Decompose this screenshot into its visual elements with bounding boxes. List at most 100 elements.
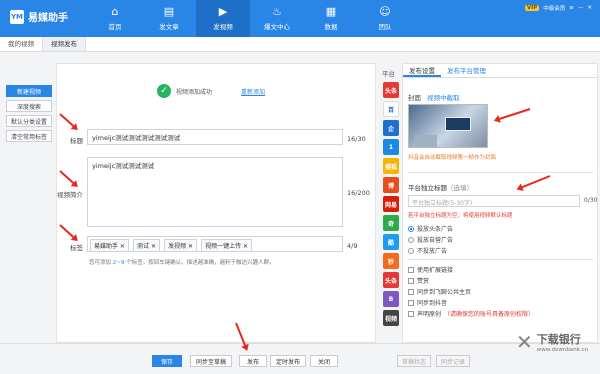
watermark: ✕ 下载银行 www.downbank.cn bbox=[516, 330, 588, 354]
title-count: 16/30 bbox=[347, 135, 366, 143]
check-option[interactable]: 赞赏 bbox=[408, 276, 429, 285]
check-option[interactable]: 声明原创 （请确保您的账号具备原创权限） bbox=[408, 309, 534, 318]
new-video-button[interactable]: 新建视频 bbox=[6, 85, 52, 97]
menu-icon[interactable]: ≡ bbox=[569, 5, 574, 11]
tab-my-videos[interactable]: 我的视频 bbox=[0, 37, 42, 51]
re-add-link[interactable]: 重新添加 bbox=[241, 87, 265, 96]
capture-frame-link[interactable]: 视频中截取 bbox=[427, 94, 460, 102]
platform-icon[interactable]: 头条 bbox=[383, 272, 399, 288]
draft-status-button[interactable]: 草稿状态 bbox=[397, 355, 431, 367]
user-info[interactable]: VIP 中级会员 ≡ — ✕ bbox=[524, 4, 592, 12]
cover-row: 封面 视频中截取 bbox=[408, 92, 460, 102]
tab-publish-settings[interactable]: 发布设置 bbox=[403, 64, 441, 77]
minimize-icon[interactable]: — bbox=[578, 5, 584, 11]
save-button[interactable]: 保存 bbox=[152, 355, 182, 367]
title-input[interactable]: yimeijc测试测试测试测试测试 bbox=[87, 129, 343, 145]
title-section: 平台独立标题（选填） bbox=[408, 182, 473, 192]
ad-option[interactable]: 投放头条广告 bbox=[408, 224, 453, 233]
thumb-stage bbox=[415, 135, 437, 147]
publish-settings: 发布设置 发布平台管理 封面 视频中截取 抖音会自动截取视频第一帧作为封面 平台… bbox=[402, 63, 598, 343]
platform-icon[interactable]: B bbox=[383, 291, 399, 307]
checkbox-icon[interactable] bbox=[408, 288, 414, 295]
option-label: 同步到飞聊公共主页 bbox=[417, 289, 472, 296]
platform-icon[interactable]: 企 bbox=[383, 120, 399, 136]
platform-icon[interactable]: 百 bbox=[383, 101, 399, 117]
tags-label: 标签 bbox=[70, 244, 83, 252]
tags-input[interactable]: 易媒助手 ✕ 测试 ✕ 发视频 ✕ 视频一键上传 ✕ bbox=[87, 236, 343, 252]
nav-label: 团队 bbox=[378, 23, 392, 31]
check-option[interactable]: 使用扩展链接 bbox=[408, 265, 453, 274]
team-icon: ☺ bbox=[379, 5, 391, 18]
nav-video[interactable]: ▶ 发视频 bbox=[196, 0, 250, 37]
checkbox-icon[interactable] bbox=[408, 310, 414, 317]
nav-article[interactable]: ▤ 发文章 bbox=[142, 0, 196, 37]
vip-badge: VIP bbox=[524, 5, 540, 11]
nav-home[interactable]: ⌂ 首页 bbox=[88, 0, 142, 37]
watermark-url: www.downbank.cn bbox=[536, 347, 589, 353]
doc-icon: ▤ bbox=[163, 5, 175, 18]
platform-icon[interactable]: 酷 bbox=[383, 234, 399, 250]
tab-platform-manage[interactable]: 发布平台管理 bbox=[441, 64, 492, 77]
cover-label: 封面 bbox=[408, 94, 421, 102]
tag-chip[interactable]: 易媒助手 ✕ bbox=[90, 239, 129, 252]
platform-icon[interactable]: 奇 bbox=[383, 215, 399, 231]
platform-icon[interactable]: 搜狐 bbox=[383, 158, 399, 174]
radio-icon[interactable] bbox=[408, 247, 414, 254]
platform-icon[interactable]: 网易 bbox=[383, 196, 399, 212]
hint-text: 您可添加 bbox=[89, 260, 112, 266]
default-category-button[interactable]: 默认分类设置 bbox=[6, 115, 52, 127]
nav-label: 发文章 bbox=[159, 23, 179, 31]
tag-chip[interactable]: 发视频 ✕ bbox=[164, 239, 198, 252]
hint-text: 个标签，按回车键确认。描述越准确，越利于触达兴趣人群。 bbox=[126, 260, 275, 266]
platform-title-input[interactable]: 平台独立标题(5-30字) bbox=[408, 195, 580, 207]
nav-data[interactable]: ▦ 数据 bbox=[304, 0, 358, 37]
member-level: 中级会员 bbox=[543, 6, 566, 12]
nav-label: 发视频 bbox=[213, 23, 233, 31]
sync-record-button[interactable]: 同步记录 bbox=[436, 355, 470, 367]
timed-publish-button[interactable]: 定时发布 bbox=[270, 355, 306, 367]
deep-search-button[interactable]: 深度搜索 bbox=[6, 100, 52, 112]
tag-text: 视频一键上传 bbox=[205, 243, 242, 250]
radio-icon[interactable] bbox=[408, 236, 414, 243]
option-label: 声明原创 bbox=[417, 311, 442, 318]
option-label: 投放自营广告 bbox=[417, 237, 454, 244]
nav-team[interactable]: ☺ 团队 bbox=[358, 0, 412, 37]
app-logo: YM 易媒助手 bbox=[10, 9, 68, 24]
success-message: 视频添加成功 bbox=[176, 88, 213, 96]
close-button[interactable]: 关闭 bbox=[310, 355, 338, 367]
checkbox-icon[interactable] bbox=[408, 277, 414, 284]
ad-option[interactable]: 不投放广告 bbox=[408, 246, 447, 255]
checkbox-icon[interactable] bbox=[408, 266, 414, 273]
platform-icon[interactable]: 博 bbox=[383, 177, 399, 193]
publish-button[interactable]: 发布 bbox=[239, 355, 267, 367]
check-option[interactable]: 同步到抖音 bbox=[408, 298, 447, 307]
close-icon[interactable]: ✕ bbox=[587, 5, 592, 11]
tab-video-publish[interactable]: 视频发布 bbox=[42, 37, 86, 51]
radio-icon[interactable] bbox=[408, 225, 414, 232]
platform-title-count: 0/30 bbox=[584, 197, 598, 204]
checkbox-icon[interactable] bbox=[408, 299, 414, 306]
cover-thumbnail[interactable] bbox=[408, 104, 488, 148]
divider bbox=[408, 259, 594, 260]
platform-icon[interactable]: 1 bbox=[383, 139, 399, 155]
nav-hot[interactable]: ♨ 爆文中心 bbox=[250, 0, 304, 37]
tags-count: 4/9 bbox=[347, 242, 358, 250]
platform-icon[interactable]: 秒 bbox=[383, 253, 399, 269]
check-option[interactable]: 同步到飞聊公共主页 bbox=[408, 287, 471, 296]
intro-count: 16/200 bbox=[347, 189, 370, 197]
tag-text: 发视频 bbox=[168, 243, 187, 250]
clear-tags-button[interactable]: 清空常用标签 bbox=[6, 130, 52, 142]
app-title: 易媒助手 bbox=[28, 13, 68, 24]
tag-chip[interactable]: 视频一键上传 ✕ bbox=[201, 239, 253, 252]
intro-textarea[interactable]: yimeijc测试测试测试 bbox=[87, 157, 343, 227]
platform-icon[interactable]: 头条 bbox=[383, 82, 399, 98]
sync-draft-button[interactable]: 同步至草稿 bbox=[190, 355, 232, 367]
watermark-title: 下载银行 bbox=[536, 333, 581, 346]
platform-icon[interactable]: 视频 bbox=[383, 310, 399, 326]
option-label: 同步到抖音 bbox=[417, 300, 448, 307]
thumb-screen bbox=[445, 117, 471, 131]
tag-chip[interactable]: 测试 ✕ bbox=[133, 239, 160, 252]
ad-option[interactable]: 投放自营广告 bbox=[408, 235, 453, 244]
bottom-bar: 保存 同步至草稿 发布 定时发布 关闭 草稿状态 同步记录 bbox=[0, 343, 600, 374]
option-label: 赞赏 bbox=[417, 278, 430, 285]
